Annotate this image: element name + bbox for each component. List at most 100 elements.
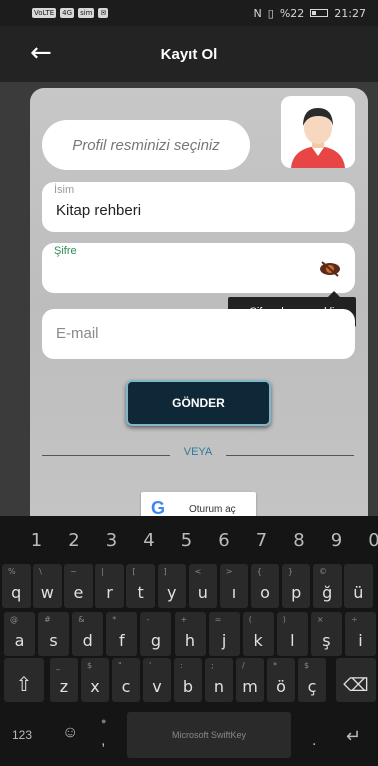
number-key[interactable]: 7 bbox=[245, 520, 278, 560]
email-field[interactable]: E-mail bbox=[42, 309, 355, 359]
shift-key[interactable]: ⇧ bbox=[4, 658, 44, 702]
key-letter: d bbox=[82, 631, 93, 650]
key-row3-8[interactable]: $ ç bbox=[298, 658, 326, 702]
key-row1-1[interactable]: \ w bbox=[33, 564, 62, 608]
period-key[interactable]: . bbox=[312, 732, 316, 750]
key-row3-5[interactable]: ; n bbox=[205, 658, 233, 702]
key-symbol: & bbox=[78, 615, 85, 624]
key-letter: o bbox=[260, 583, 270, 602]
key-row2-6[interactable]: = j bbox=[208, 612, 240, 656]
visibility-off-icon[interactable] bbox=[319, 261, 341, 277]
key-letter: r bbox=[106, 583, 113, 602]
arrow-left-icon[interactable]: ← bbox=[30, 40, 52, 66]
key-symbol: ÷ bbox=[351, 615, 358, 624]
key-letter: ö bbox=[276, 677, 286, 696]
name-field[interactable]: İsim Kitap rehberi bbox=[42, 182, 355, 232]
key-symbol: - bbox=[146, 615, 150, 624]
key-row2-1[interactable]: # s bbox=[38, 612, 70, 656]
key-letter: g bbox=[150, 631, 161, 650]
key-letter: y bbox=[167, 583, 177, 602]
key-letter: k bbox=[253, 631, 263, 650]
comma-key[interactable]: , bbox=[101, 732, 105, 750]
key-row1-8[interactable]: {o bbox=[250, 564, 280, 608]
key-symbol: < bbox=[194, 567, 202, 576]
key-letter: q bbox=[11, 583, 22, 602]
key-letter: ğ bbox=[322, 583, 333, 602]
key-letter: x bbox=[90, 677, 100, 696]
number-key[interactable]: 6 bbox=[208, 520, 241, 560]
key-row1-4[interactable]: [t bbox=[126, 564, 155, 608]
emoji-key[interactable]: ☺ bbox=[62, 724, 78, 742]
key-row1-6[interactable]: < u bbox=[188, 564, 218, 608]
number-key[interactable]: 2 bbox=[58, 520, 91, 560]
key-row2-10[interactable]: ÷ i bbox=[345, 612, 376, 656]
key-row3-0[interactable]: _ z bbox=[50, 658, 78, 702]
number-key[interactable]: 1 bbox=[20, 520, 53, 560]
key-row1-0[interactable]: % q bbox=[2, 564, 31, 608]
key-letter: ı bbox=[231, 583, 237, 602]
key-row2-2[interactable]: & d bbox=[72, 612, 104, 656]
key-letter: l bbox=[290, 631, 295, 650]
key-row1-3[interactable]: | r bbox=[95, 564, 124, 608]
password-field[interactable]: Şifre bbox=[42, 243, 355, 293]
key-row1-10[interactable]: © ğ bbox=[313, 564, 342, 608]
name-value: Kitap rehberi bbox=[56, 202, 142, 219]
key-row3-7[interactable]: * ö bbox=[267, 658, 295, 702]
number-key[interactable]: 4 bbox=[133, 520, 166, 560]
backspace-key[interactable]: ⌫ bbox=[336, 658, 376, 702]
key-row3-6[interactable]: / m bbox=[236, 658, 264, 702]
key-symbol: / bbox=[242, 661, 245, 670]
key-row2-9[interactable]: × ş bbox=[310, 612, 342, 656]
key-row2-8[interactable]: ) l bbox=[276, 612, 308, 656]
submit-button[interactable]: GÖNDER bbox=[126, 380, 271, 426]
avatar[interactable] bbox=[281, 96, 355, 168]
key-symbol: × bbox=[316, 615, 324, 624]
key-row3-2[interactable]: " c bbox=[112, 658, 140, 702]
key-symbol: ) bbox=[282, 615, 286, 624]
key-letter: t bbox=[137, 583, 144, 602]
key-symbol: # bbox=[44, 615, 51, 624]
number-key[interactable]: 9 bbox=[320, 520, 353, 560]
key-row2-5[interactable]: + h bbox=[174, 612, 206, 656]
key-row1-11[interactable]: ü bbox=[344, 564, 373, 608]
key-symbol: ' bbox=[149, 661, 152, 670]
key-row3-3[interactable]: ' v bbox=[143, 658, 171, 702]
signal-icon: 4G bbox=[60, 8, 75, 18]
enter-key[interactable]: ↵ bbox=[346, 726, 361, 747]
number-key[interactable]: 5 bbox=[170, 520, 203, 560]
key-letter: a bbox=[14, 631, 25, 650]
key-letter: s bbox=[49, 631, 58, 650]
key-row2-7[interactable]: (k bbox=[242, 612, 274, 656]
key-row1-7[interactable]: > ı bbox=[219, 564, 249, 608]
app-bar: ← Kayıt Ol bbox=[0, 26, 378, 82]
key-row1-2[interactable]: ~ e bbox=[64, 564, 93, 608]
key-symbol: * bbox=[112, 615, 117, 624]
space-bar[interactable]: Microsoft SwiftKey bbox=[127, 712, 291, 758]
key-letter: c bbox=[121, 677, 131, 696]
number-key[interactable]: 0 bbox=[358, 520, 378, 560]
key-row2-4[interactable]: -g bbox=[140, 612, 172, 656]
key-letter: z bbox=[59, 677, 69, 696]
numbers-switch-key[interactable]: 123 bbox=[12, 728, 32, 742]
key-row2-0[interactable]: @ a bbox=[4, 612, 35, 656]
number-key[interactable]: 3 bbox=[95, 520, 128, 560]
email-placeholder: E-mail bbox=[56, 325, 99, 342]
key-symbol: _ bbox=[56, 661, 60, 670]
sim-icon: sim bbox=[78, 8, 95, 18]
key-row1-5[interactable]: ] y bbox=[157, 564, 186, 608]
divider-left bbox=[42, 455, 170, 456]
key-row2-3[interactable]: * f bbox=[106, 612, 138, 656]
battery-icon bbox=[310, 9, 329, 17]
key-letter: b bbox=[182, 677, 194, 696]
status-bar: VoLTE 4G sim ✉ N ▯ %22 21:27 bbox=[0, 0, 378, 26]
profile-image-picker[interactable]: Profil resminizi seçiniz bbox=[42, 120, 250, 170]
number-key[interactable]: 8 bbox=[283, 520, 316, 560]
key-symbol: $ bbox=[87, 661, 93, 670]
key-row3-1[interactable]: $ x bbox=[81, 658, 109, 702]
google-signin-label: Oturum aç bbox=[189, 504, 236, 515]
key-letter: m bbox=[242, 677, 258, 696]
key-letter: ç bbox=[307, 677, 317, 696]
key-row3-4[interactable]: :b bbox=[174, 658, 202, 702]
key-symbol: © bbox=[319, 567, 327, 576]
key-row1-9[interactable]: } p bbox=[281, 564, 311, 608]
